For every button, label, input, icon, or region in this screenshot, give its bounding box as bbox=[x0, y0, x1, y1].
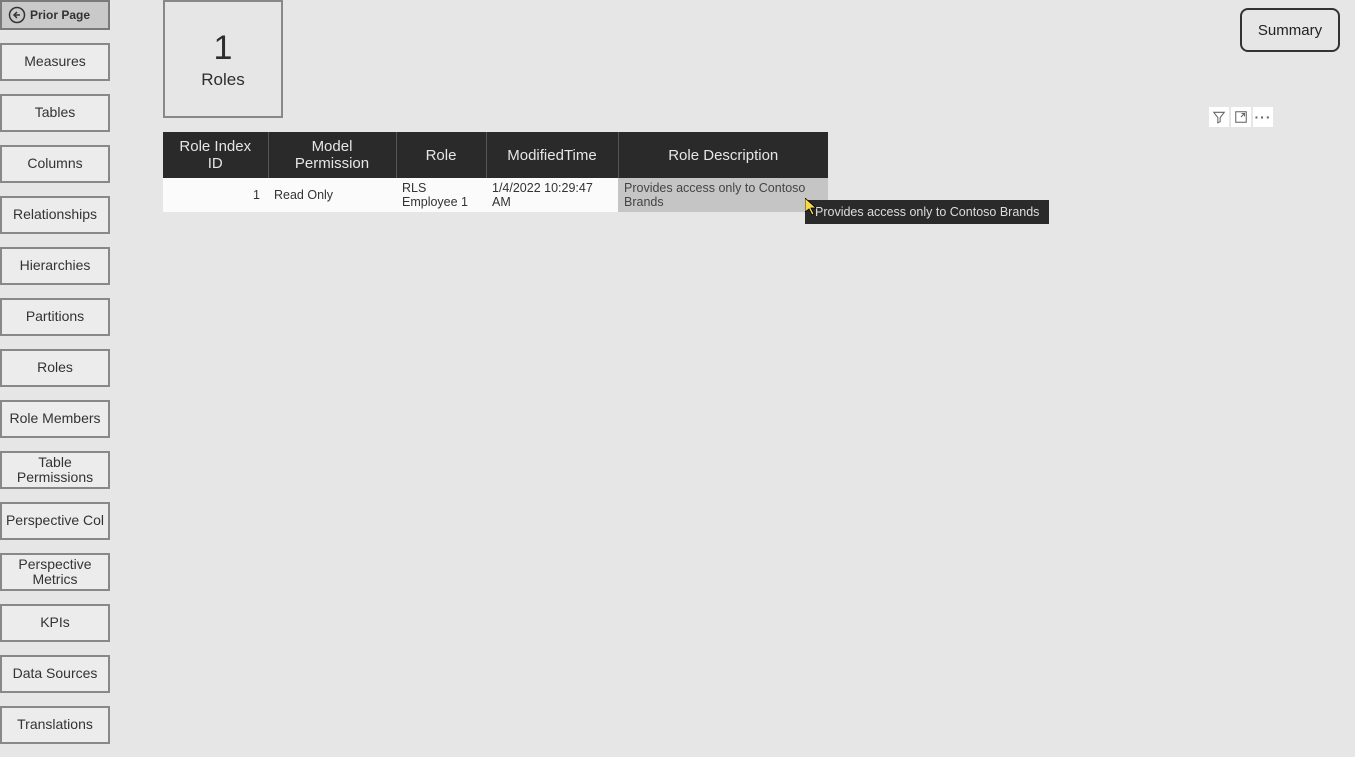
nav-label: Data Sources bbox=[13, 666, 98, 681]
nav-label: Hierarchies bbox=[20, 258, 91, 273]
col-role-description[interactable]: Role Description bbox=[618, 132, 828, 178]
more-options-icon[interactable]: ··· bbox=[1253, 107, 1273, 127]
col-modified-time[interactable]: ModifiedTime bbox=[486, 132, 618, 178]
nav-measures[interactable]: Measures bbox=[0, 43, 110, 81]
focus-mode-icon[interactable] bbox=[1231, 107, 1251, 127]
cell-role-index: 1 bbox=[163, 178, 268, 212]
roles-table: Role Index ID Model Permission Role Modi… bbox=[163, 132, 828, 212]
prior-page-label: Prior Page bbox=[30, 8, 90, 22]
sidebar: Prior Page Measures Tables Columns Relat… bbox=[0, 0, 110, 744]
nav-label: Perspective Metrics bbox=[4, 557, 106, 588]
nav-label: Relationships bbox=[13, 207, 97, 222]
nav-label: Measures bbox=[24, 54, 85, 69]
nav-perspective-col[interactable]: Perspective Col bbox=[0, 502, 110, 540]
nav-data-sources[interactable]: Data Sources bbox=[0, 655, 110, 693]
nav-label: Roles bbox=[37, 360, 73, 375]
nav-perspective-metrics[interactable]: Perspective Metrics bbox=[0, 553, 110, 591]
table-row[interactable]: 1 Read Only RLS Employee 1 1/4/2022 10:2… bbox=[163, 178, 828, 212]
nav-label: Perspective Col bbox=[6, 513, 104, 528]
nav-roles[interactable]: Roles bbox=[0, 349, 110, 387]
nav-kpis[interactable]: KPIs bbox=[0, 604, 110, 642]
nav-table-permissions[interactable]: Table Permissions bbox=[0, 451, 110, 489]
nav-partitions[interactable]: Partitions bbox=[0, 298, 110, 336]
nav-role-members[interactable]: Role Members bbox=[0, 400, 110, 438]
col-model-permission[interactable]: Model Permission bbox=[268, 132, 396, 178]
nav-translations[interactable]: Translations bbox=[0, 706, 110, 744]
summary-button[interactable]: Summary bbox=[1240, 8, 1340, 52]
cell-role-description: Provides access only to Contoso Brands bbox=[618, 178, 828, 212]
summary-label: Summary bbox=[1258, 22, 1322, 39]
prior-page-button[interactable]: Prior Page bbox=[0, 0, 110, 30]
cell-modified-time: 1/4/2022 10:29:47 AM bbox=[486, 178, 618, 212]
nav-label: Translations bbox=[17, 717, 93, 732]
table-header-row: Role Index ID Model Permission Role Modi… bbox=[163, 132, 828, 178]
nav-label: KPIs bbox=[40, 615, 70, 630]
nav-label: Tables bbox=[35, 105, 75, 120]
roles-count: 1 bbox=[214, 29, 233, 68]
nav-label: Table Permissions bbox=[4, 455, 106, 486]
nav-relationships[interactable]: Relationships bbox=[0, 196, 110, 234]
roles-card-label: Roles bbox=[201, 70, 244, 90]
arrow-left-icon bbox=[8, 6, 26, 24]
nav-label: Partitions bbox=[26, 309, 84, 324]
filter-icon[interactable] bbox=[1209, 107, 1229, 127]
nav-label: Role Members bbox=[9, 411, 100, 426]
nav-tables[interactable]: Tables bbox=[0, 94, 110, 132]
roles-card[interactable]: 1 Roles bbox=[163, 0, 283, 118]
col-role-index[interactable]: Role Index ID bbox=[163, 132, 268, 178]
col-role[interactable]: Role bbox=[396, 132, 486, 178]
nav-columns[interactable]: Columns bbox=[0, 145, 110, 183]
visual-toolbar: ··· bbox=[1209, 107, 1273, 127]
nav-hierarchies[interactable]: Hierarchies bbox=[0, 247, 110, 285]
cell-model-permission: Read Only bbox=[268, 178, 396, 212]
tooltip: Provides access only to Contoso Brands bbox=[805, 200, 1049, 224]
cell-role: RLS Employee 1 bbox=[396, 178, 486, 212]
nav-label: Columns bbox=[27, 156, 82, 171]
